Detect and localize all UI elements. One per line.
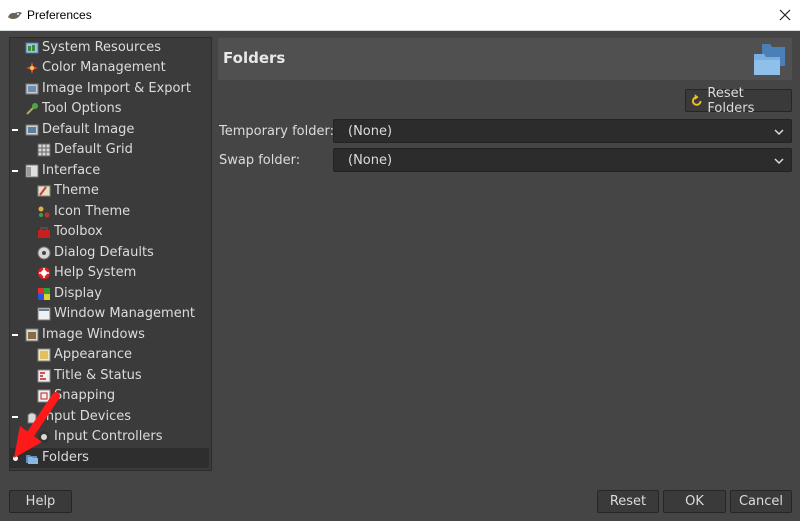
interface-icon (25, 164, 39, 178)
tree-item-label: Dialog Defaults (54, 245, 154, 260)
close-icon (779, 9, 791, 21)
tree-item-label: Help System (54, 265, 137, 280)
tree-item-system-resources[interactable]: System Resources (10, 38, 209, 58)
tree-item-label: Input Devices (42, 409, 132, 424)
ok-button[interactable]: OK (663, 490, 726, 513)
toolbox-icon (38, 227, 50, 238)
tree-item-display[interactable]: Display (10, 284, 209, 304)
icon-theme-icon (38, 206, 50, 218)
collapse-expander[interactable] (12, 414, 18, 420)
collapse-expander[interactable] (12, 332, 18, 338)
tree-item-label: System Resources (42, 40, 161, 55)
title-bar: Preferences (0, 0, 800, 31)
tree-item-label: Default Grid (54, 142, 133, 157)
tree-item-snapping[interactable]: Snapping (10, 386, 209, 406)
tree-item-default-grid[interactable]: Default Grid (10, 140, 209, 160)
appearance-icon (37, 348, 51, 362)
color-management-icon (26, 62, 38, 74)
dialog-defaults-icon (37, 246, 51, 260)
tree-item-label: Input Controllers (54, 429, 163, 444)
tree-item-theme[interactable]: Theme (10, 181, 209, 201)
collapse-expander[interactable] (12, 168, 18, 174)
tree-item-folders[interactable]: Folders (10, 448, 209, 468)
preferences-tree[interactable]: System Resources Color Management Image … (9, 37, 212, 471)
swap-folder-select[interactable]: (None) (333, 148, 792, 172)
tree-item-label: Color Management (42, 60, 166, 75)
tree-item-label: Appearance (54, 347, 133, 362)
tree-item-tool-options[interactable]: Tool Options (10, 99, 209, 119)
help-system-icon (38, 267, 50, 279)
page-header: Folders (218, 38, 792, 80)
temporary-folder-label: Temporary folder: (219, 124, 334, 139)
tree-item-label: Icon Theme (54, 204, 131, 219)
tree-item-title-status[interactable]: Title & Status (10, 366, 209, 386)
tree-item-label: Toolbox (54, 224, 103, 239)
display-icon (38, 288, 50, 300)
close-button[interactable] (770, 0, 800, 30)
reset-icon (691, 93, 702, 106)
theme-icon (37, 185, 51, 197)
tree-item-image-import-export[interactable]: Image Import & Export (10, 79, 209, 99)
image-import-export-icon (25, 83, 39, 95)
tree-item-label: Theme (54, 183, 99, 198)
tree-item-label: Window Management (54, 306, 196, 321)
chevron-down-icon (774, 158, 784, 165)
default-image-icon (25, 124, 39, 136)
reset-folders-label: Reset Folders (707, 85, 755, 116)
swap-folder-label: Swap folder: (219, 153, 301, 168)
tool-options-icon (26, 103, 38, 115)
tree-item-appearance[interactable]: Appearance (10, 345, 209, 365)
tree-item-input-controllers[interactable]: Input Controllers (10, 427, 209, 447)
title-status-icon (37, 369, 51, 383)
tree-item-interface[interactable]: Interface (10, 161, 209, 181)
swap-folder-value: (None) (348, 153, 393, 168)
tree-item-label: Tool Options (42, 101, 122, 116)
tree-item-label: Title & Status (54, 368, 142, 383)
tree-item-dialog-defaults[interactable]: Dialog Defaults (10, 243, 209, 263)
folders-icon (754, 44, 785, 75)
page-title: Folders (223, 49, 286, 67)
tree-item-default-image[interactable]: Default Image (10, 120, 209, 140)
folders-icon (26, 455, 38, 464)
tree-item-label: Interface (42, 163, 101, 178)
window-management-icon (37, 307, 51, 321)
tree-item-input-devices[interactable]: Input Devices (10, 407, 209, 427)
chevron-down-icon (774, 129, 784, 136)
gimp-wilber-icon (8, 12, 22, 19)
tree-item-help-system[interactable]: Help System (10, 263, 209, 283)
default-grid-icon (37, 143, 51, 157)
tree-item-label: Snapping (54, 388, 116, 403)
system-resources-icon (25, 42, 39, 54)
temporary-folder-select[interactable]: (None) (333, 119, 792, 143)
reset-button[interactable]: Reset (597, 490, 659, 513)
snapping-icon (37, 389, 51, 403)
reset-folders-button[interactable]: Reset Folders (685, 86, 792, 116)
input-controllers-icon (38, 431, 50, 443)
temporary-folder-value: (None) (348, 124, 393, 139)
tree-item-icon-theme[interactable]: Icon Theme (10, 202, 209, 222)
tree-item-label: Image Windows (42, 327, 145, 342)
tree-item-label: Display (54, 286, 102, 301)
tree-item-toolbox[interactable]: Toolbox (10, 222, 209, 242)
tree-item-color-management[interactable]: Color Management (10, 58, 209, 78)
cancel-button[interactable]: Cancel (730, 490, 792, 513)
help-button[interactable]: Help (9, 490, 72, 513)
tree-item-image-windows[interactable]: Image Windows (10, 325, 209, 345)
tree-item-label: Image Import & Export (42, 81, 191, 96)
input-devices-icon (27, 412, 37, 424)
selected-bullet (12, 455, 18, 461)
image-windows-icon (25, 328, 39, 342)
tree-item-label: Folders (42, 450, 89, 465)
collapse-expander[interactable] (12, 127, 18, 133)
tree-item-window-management[interactable]: Window Management (10, 304, 209, 324)
window-title: Preferences (27, 8, 92, 22)
tree-item-label: Default Image (42, 122, 135, 137)
